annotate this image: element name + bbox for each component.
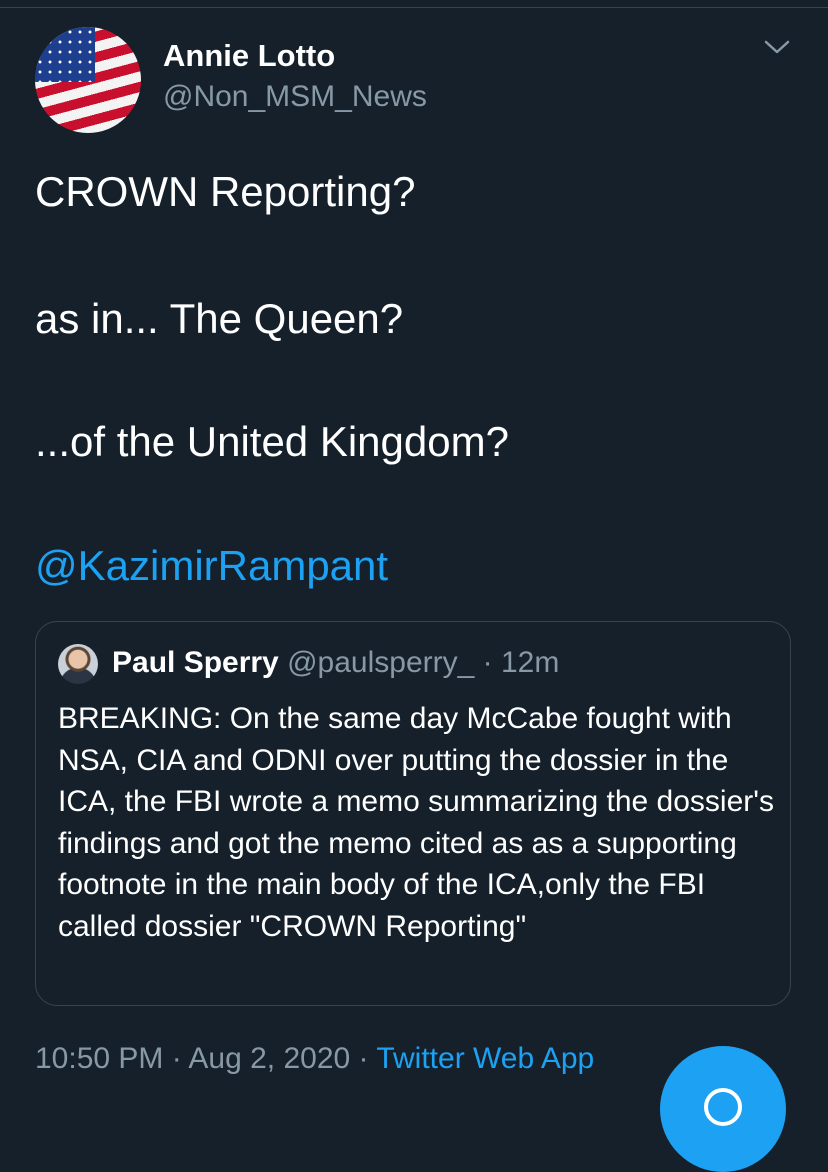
quoted-tweet-header: Paul Sperry @paulsperry_ · 12m [112, 646, 559, 680]
quoted-author-handle: @paulsperry_ [287, 646, 475, 679]
tweet-timestamp: 10:50 PM · Aug 2, 2020 · [35, 1042, 377, 1075]
quoted-author-name: Paul Sperry [112, 646, 279, 679]
flag-canton [35, 27, 95, 82]
quoted-author-avatar [58, 644, 98, 684]
quoted-tweet-card[interactable]: Paul Sperry @paulsperry_ · 12m BREAKING:… [35, 621, 791, 1006]
author-handle[interactable]: @Non_MSM_News [163, 80, 427, 114]
compose-icon [704, 1088, 742, 1126]
author-avatar[interactable] [35, 27, 141, 133]
tweet-text-line-1: CROWN Reporting? [35, 168, 416, 215]
compose-tweet-button[interactable] [660, 1046, 786, 1172]
quoted-tweet-text: BREAKING: On the same day McCabe fought … [58, 702, 774, 943]
tweet-source-link[interactable]: Twitter Web App [376, 1042, 594, 1075]
tweet-text-line-2: as in... The Queen? [35, 295, 404, 342]
chevron-down-icon[interactable] [764, 38, 790, 56]
tweet-text-line-3: ...of the United Kingdom? [35, 418, 509, 465]
tweet-metadata: 10:50 PM · Aug 2, 2020 · Twitter Web App [35, 1042, 594, 1076]
author-name[interactable]: Annie Lotto [163, 38, 335, 74]
mention-link[interactable]: @KazimirRampant [35, 542, 388, 590]
top-divider [0, 0, 828, 8]
quoted-tweet-time: · 12m [482, 646, 560, 679]
